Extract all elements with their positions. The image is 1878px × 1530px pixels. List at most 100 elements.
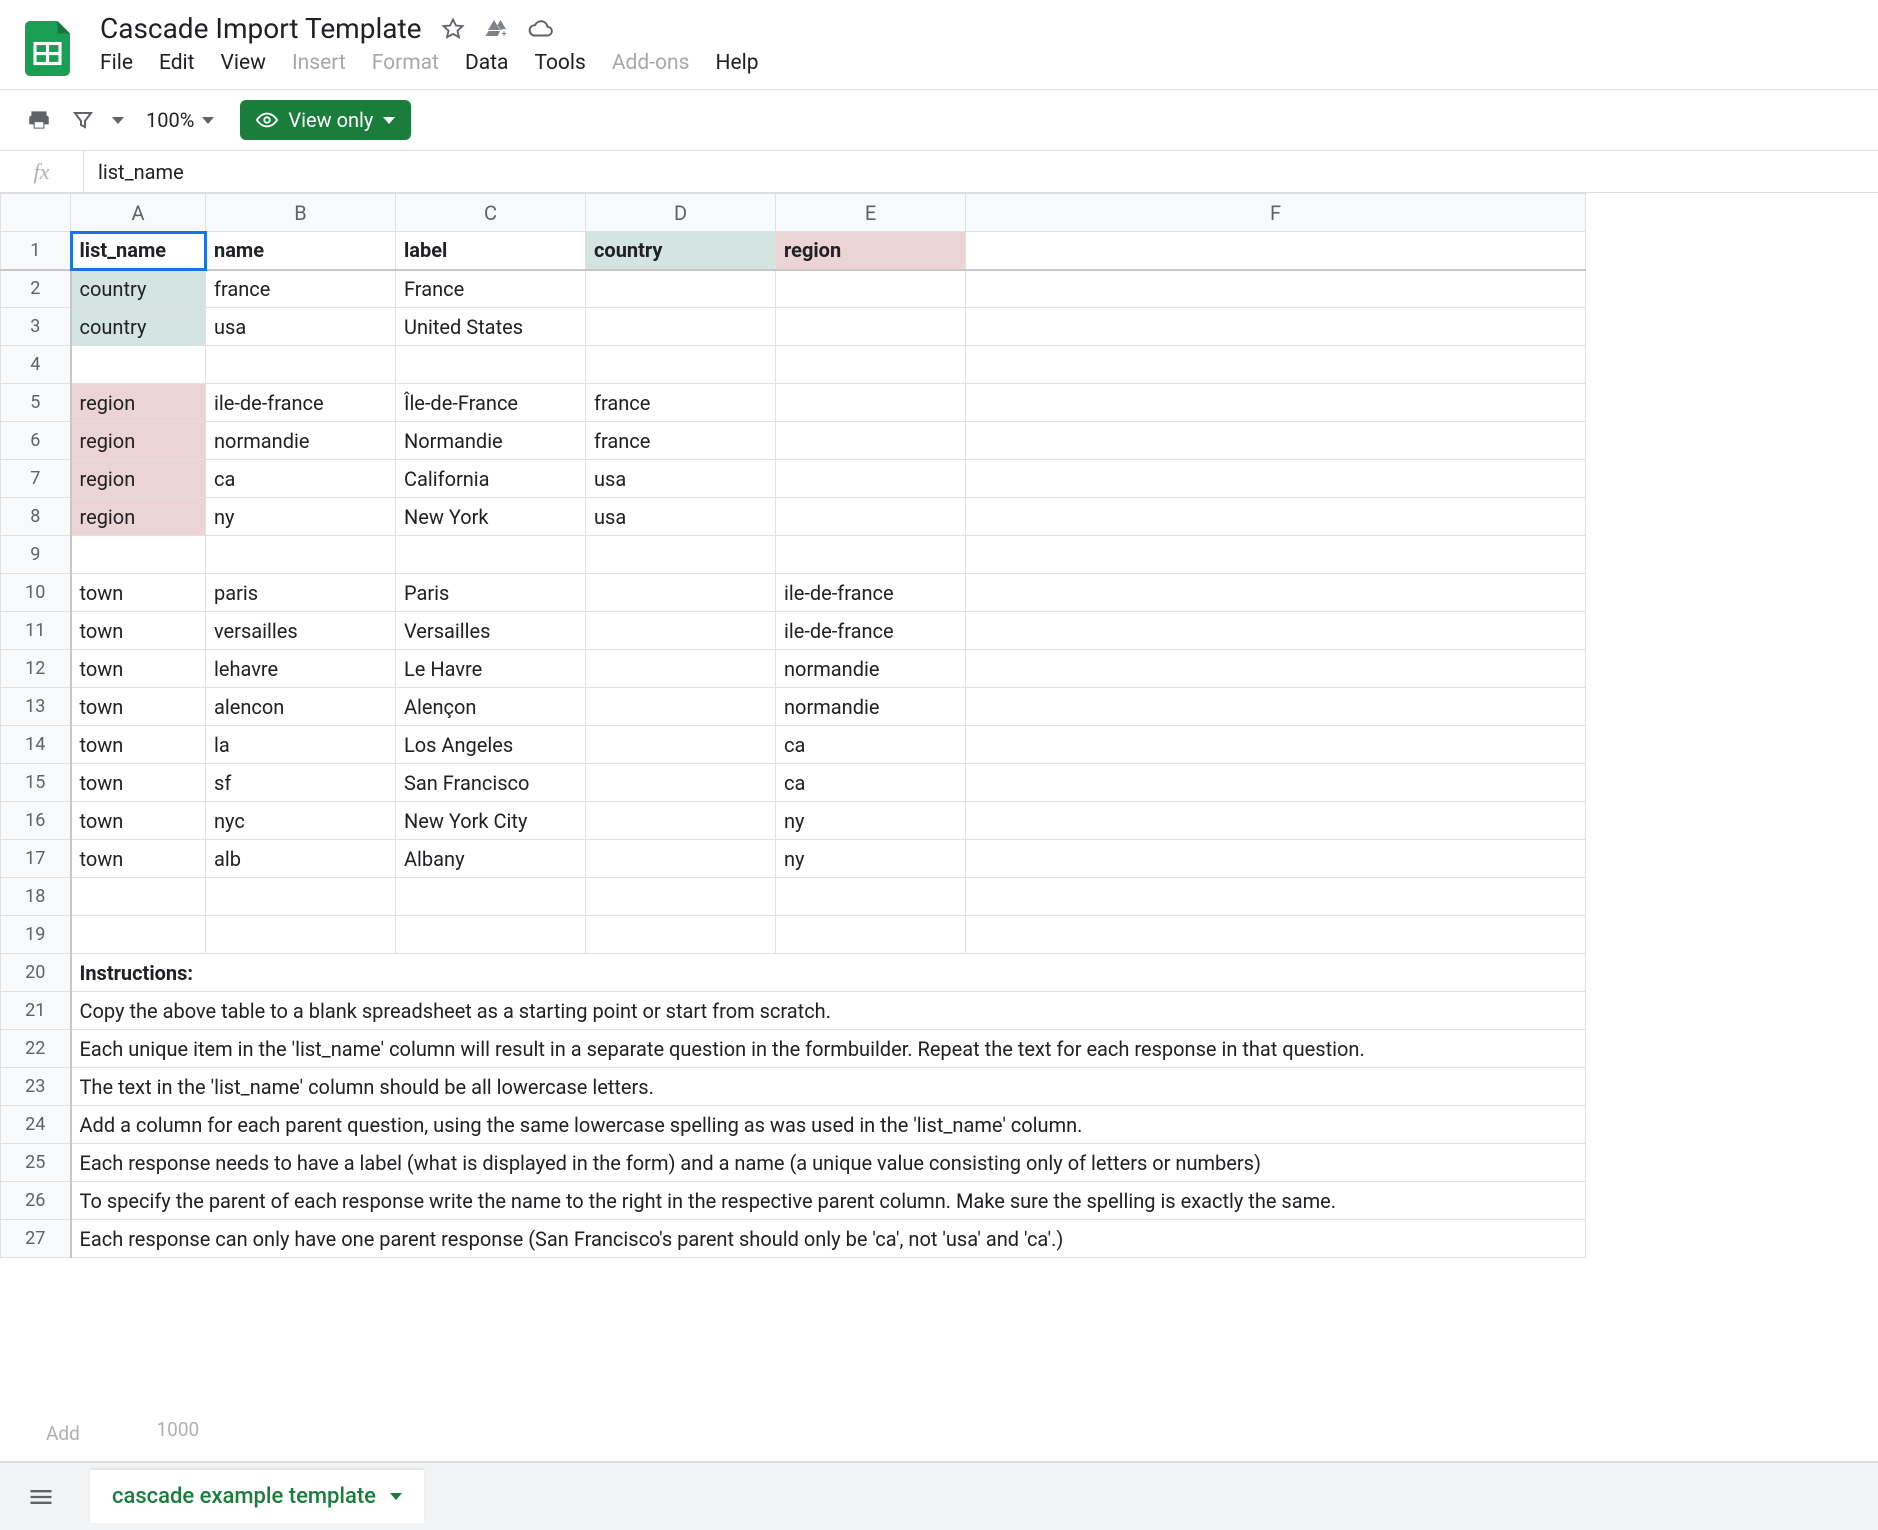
filter-dropdown-icon[interactable] (112, 117, 124, 124)
row-header[interactable]: 9 (1, 536, 71, 574)
cell[interactable]: town (71, 612, 206, 650)
cell[interactable]: Each response can only have one parent r… (71, 1220, 1586, 1258)
cell[interactable]: normandie (206, 422, 396, 460)
column-header-A[interactable]: A (71, 194, 206, 232)
row-header[interactable]: 19 (1, 916, 71, 954)
cell[interactable]: The text in the 'list_name' column shoul… (71, 1068, 1586, 1106)
cell[interactable] (776, 422, 966, 460)
cell[interactable] (71, 878, 206, 916)
cell[interactable]: Instructions: (71, 954, 1586, 992)
cell[interactable] (586, 764, 776, 802)
row-header[interactable]: 4 (1, 346, 71, 384)
row-header[interactable]: 20 (1, 954, 71, 992)
menu-tools[interactable]: Tools (534, 51, 585, 75)
cell[interactable]: region (776, 232, 966, 270)
cell[interactable] (966, 270, 1586, 308)
cell[interactable]: alb (206, 840, 396, 878)
row-header[interactable]: 15 (1, 764, 71, 802)
cell[interactable]: ile-de-france (776, 612, 966, 650)
star-icon[interactable] (440, 16, 466, 42)
cell[interactable]: Each unique item in the 'list_name' colu… (71, 1030, 1586, 1068)
cell[interactable] (206, 536, 396, 574)
cell[interactable]: ca (206, 460, 396, 498)
column-header-D[interactable]: D (586, 194, 776, 232)
formula-input[interactable]: list_name (84, 160, 1878, 184)
cell[interactable]: Île-de-France (396, 384, 586, 422)
cell[interactable]: Each response needs to have a label (wha… (71, 1144, 1586, 1182)
cell[interactable] (966, 422, 1586, 460)
cell[interactable]: nyc (206, 802, 396, 840)
cell[interactable]: usa (586, 498, 776, 536)
add-rows-button[interactable]: Add (24, 1416, 102, 1451)
cell[interactable] (776, 384, 966, 422)
cell[interactable]: ny (776, 840, 966, 878)
cloud-status-icon[interactable] (528, 16, 554, 42)
cell[interactable] (776, 916, 966, 954)
cell[interactable] (966, 346, 1586, 384)
cell[interactable]: usa (206, 308, 396, 346)
cell[interactable] (396, 916, 586, 954)
cell[interactable] (586, 840, 776, 878)
cell[interactable]: Le Havre (396, 650, 586, 688)
all-sheets-icon[interactable] (20, 1476, 62, 1518)
cell[interactable]: paris (206, 574, 396, 612)
cell[interactable] (396, 536, 586, 574)
cell[interactable] (776, 270, 966, 308)
cell[interactable] (966, 650, 1586, 688)
column-header-C[interactable]: C (396, 194, 586, 232)
cell[interactable]: Albany (396, 840, 586, 878)
cell[interactable]: Alençon (396, 688, 586, 726)
cell[interactable]: sf (206, 764, 396, 802)
cell[interactable] (396, 878, 586, 916)
menu-insert[interactable]: Insert (292, 51, 346, 75)
cell[interactable] (966, 612, 1586, 650)
cell[interactable]: france (206, 270, 396, 308)
cell[interactable]: Los Angeles (396, 726, 586, 764)
cell[interactable] (966, 726, 1586, 764)
cell[interactable] (206, 916, 396, 954)
document-title[interactable]: Cascade Import Template (100, 12, 422, 45)
cell[interactable]: ny (206, 498, 396, 536)
cell[interactable]: San Francisco (396, 764, 586, 802)
menu-file[interactable]: File (100, 51, 133, 75)
select-all-cell[interactable] (1, 194, 71, 232)
cell[interactable]: town (71, 802, 206, 840)
cell[interactable]: town (71, 688, 206, 726)
cell[interactable]: region (71, 460, 206, 498)
cell[interactable] (71, 916, 206, 954)
cell[interactable] (586, 574, 776, 612)
row-header[interactable]: 24 (1, 1106, 71, 1144)
row-header[interactable]: 2 (1, 270, 71, 308)
cell[interactable]: New York (396, 498, 586, 536)
cell[interactable]: United States (396, 308, 586, 346)
cell[interactable] (586, 916, 776, 954)
row-header[interactable]: 5 (1, 384, 71, 422)
cell[interactable] (966, 878, 1586, 916)
menu-data[interactable]: Data (465, 51, 509, 75)
cell[interactable] (396, 346, 586, 384)
cell[interactable]: region (71, 498, 206, 536)
row-header[interactable]: 21 (1, 992, 71, 1030)
cell[interactable] (586, 308, 776, 346)
cell[interactable]: country (71, 270, 206, 308)
row-header[interactable]: 11 (1, 612, 71, 650)
cell[interactable] (586, 688, 776, 726)
cell[interactable] (586, 536, 776, 574)
cell[interactable] (776, 878, 966, 916)
row-header[interactable]: 3 (1, 308, 71, 346)
cell[interactable]: ca (776, 764, 966, 802)
cell[interactable]: France (396, 270, 586, 308)
cell[interactable]: versailles (206, 612, 396, 650)
cell[interactable]: town (71, 726, 206, 764)
row-header[interactable]: 18 (1, 878, 71, 916)
row-header[interactable]: 6 (1, 422, 71, 460)
cell[interactable]: Normandie (396, 422, 586, 460)
zoom-selector[interactable]: 100% (146, 108, 214, 132)
cell[interactable]: label (396, 232, 586, 270)
cell[interactable]: la (206, 726, 396, 764)
menu-edit[interactable]: Edit (159, 51, 195, 75)
cell[interactable]: California (396, 460, 586, 498)
row-header[interactable]: 22 (1, 1030, 71, 1068)
cell[interactable] (586, 650, 776, 688)
cell[interactable]: country (71, 308, 206, 346)
